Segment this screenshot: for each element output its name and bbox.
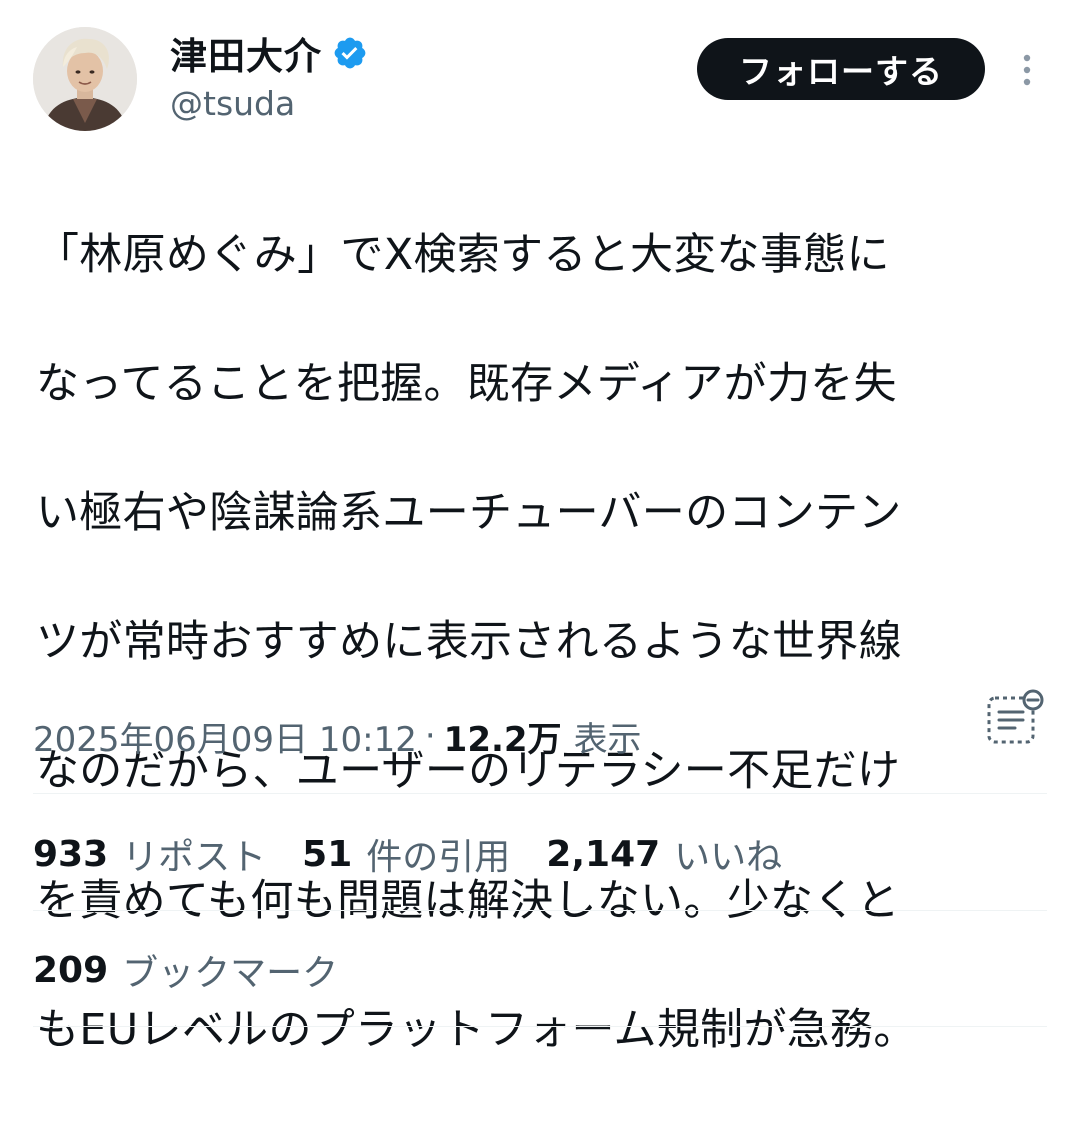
timestamp[interactable]: 2025年06月09日 10:12 bbox=[33, 712, 417, 761]
tweet-header: 津田大介 @tsuda フォローする bbox=[0, 0, 1080, 140]
bookmarks-label: ブックマーク bbox=[122, 953, 339, 994]
reposts-stat[interactable]: 933 リポスト bbox=[33, 828, 266, 880]
quotes-count: 51 bbox=[302, 833, 353, 875]
follow-button[interactable]: フォローする bbox=[697, 38, 985, 100]
tweet-text-line: もEUレベルのプラットフォーム規制が急務。 bbox=[36, 1004, 917, 1055]
likes-count: 2,147 bbox=[546, 833, 661, 875]
avatar[interactable] bbox=[33, 27, 137, 131]
meta-separator: · bbox=[424, 716, 436, 756]
quotes-stat[interactable]: 51 件の引用 bbox=[302, 828, 510, 880]
divider bbox=[33, 910, 1047, 911]
likes-stat[interactable]: 2,147 いいね bbox=[546, 828, 782, 880]
post-summary-icon[interactable] bbox=[985, 688, 1047, 750]
tweet-text-line: ツが常時おすすめに表示されるような世界線 bbox=[36, 617, 902, 668]
tweet-text-line: 「林原めぐみ」でX検索すると大変な事態に bbox=[36, 229, 890, 280]
quotes-label: 件の引用 bbox=[366, 837, 511, 878]
engagement-stats: 933 リポスト 51 件の引用 2,147 いいね bbox=[33, 826, 818, 882]
reposts-label: リポスト bbox=[122, 837, 267, 878]
user-handle[interactable]: @tsuda bbox=[170, 84, 295, 123]
bookmarks-count: 209 bbox=[33, 949, 109, 991]
tweet-meta: 2025年06月09日 10:12 · 12.2万 表示 bbox=[33, 708, 642, 764]
display-name[interactable]: 津田大介 bbox=[170, 26, 322, 80]
views-count: 12.2万 bbox=[443, 719, 562, 760]
likes-label: いいね bbox=[674, 837, 783, 878]
divider bbox=[33, 793, 1047, 794]
bookmark-stats: 209 ブックマーク bbox=[33, 942, 374, 998]
bookmarks-stat[interactable]: 209 ブックマーク bbox=[33, 944, 338, 996]
divider bbox=[33, 1026, 1047, 1027]
tweet-text-line: なってることを把握。既存メディアが力を失 bbox=[36, 358, 897, 409]
views-label: 表示 bbox=[573, 719, 642, 760]
tweet-text-line: い極右や陰謀論系ユーチューバーのコンテン bbox=[36, 487, 902, 538]
more-vertical-icon[interactable] bbox=[1012, 50, 1042, 90]
verified-badge-icon[interactable] bbox=[332, 35, 368, 71]
display-name-row: 津田大介 bbox=[170, 28, 368, 78]
reposts-count: 933 bbox=[33, 833, 109, 875]
